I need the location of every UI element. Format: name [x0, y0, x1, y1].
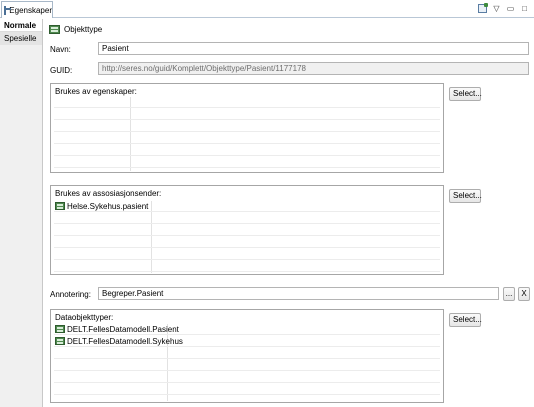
- annotation-browse-button[interactable]: ...: [503, 287, 515, 301]
- pin-icon[interactable]: [477, 3, 488, 14]
- guid-label: GUID:: [50, 66, 73, 75]
- element-type-label: Objekttype: [64, 25, 103, 34]
- data-object-types-list[interactable]: DELT.FellesDatamodell.Pasient DELT.Felle…: [54, 324, 440, 401]
- view-tab-bar: Egenskaper ▽ ▭ □: [0, 0, 534, 18]
- class-icon: [55, 337, 65, 345]
- data-object-types-title: Dataobjekttyper:: [55, 313, 114, 322]
- associations-select-button[interactable]: Select...: [449, 189, 482, 203]
- class-icon: [55, 202, 65, 210]
- data-object-type-item: DELT.FellesDatamodell.Pasient: [67, 324, 179, 334]
- name-label: Navn:: [50, 45, 71, 54]
- view-actions: ▽ ▭ □: [477, 3, 530, 14]
- tab-spesielle[interactable]: Spesielle: [0, 32, 42, 45]
- data-object-types-select-button[interactable]: Select...: [449, 313, 482, 327]
- view-menu-icon[interactable]: ▽: [491, 3, 502, 14]
- annotation-clear-button[interactable]: X: [518, 287, 530, 301]
- annotation-field[interactable]: Begreper.Pasient: [98, 287, 499, 300]
- name-field[interactable]: Pasient: [98, 42, 529, 55]
- used-by-associations-title: Brukes av assosiasjonsender:: [55, 189, 162, 198]
- data-object-types-group: Dataobjekttyper: DELT.FellesDatamodell.P…: [50, 309, 444, 403]
- used-by-properties-list[interactable]: [54, 97, 440, 171]
- minimize-icon[interactable]: ▭: [505, 3, 516, 14]
- annotation-label: Annotering:: [50, 290, 91, 299]
- list-item[interactable]: DELT.FellesDatamodell.Sykehus: [54, 336, 440, 347]
- view-tab-title: Egenskaper: [9, 5, 52, 15]
- used-by-properties-title: Brukes av egenskaper:: [55, 87, 137, 96]
- list-item[interactable]: DELT.FellesDatamodell.Pasient: [54, 324, 440, 335]
- class-icon: [55, 325, 65, 333]
- properties-view-tab[interactable]: Egenskaper: [1, 1, 53, 18]
- list-item[interactable]: Helse.Sykehus.pasient: [54, 201, 440, 212]
- side-tabs: Normale Spesielle: [0, 19, 43, 407]
- maximize-icon[interactable]: □: [519, 3, 530, 14]
- class-icon: [49, 25, 60, 34]
- element-header: Objekttype: [49, 25, 102, 34]
- guid-field[interactable]: http://seres.no/guid/Komplett/Objekttype…: [98, 62, 529, 75]
- tab-normale[interactable]: Normale: [0, 19, 42, 32]
- properties-icon: [4, 5, 13, 15]
- used-by-associations-list[interactable]: Helse.Sykehus.pasient: [54, 201, 440, 273]
- association-item: Helse.Sykehus.pasient: [67, 201, 149, 211]
- used-by-associations-group: Brukes av assosiasjonsender: Helse.Sykeh…: [50, 185, 444, 275]
- used-by-properties-group: Brukes av egenskaper:: [50, 83, 444, 173]
- data-object-type-item: DELT.FellesDatamodell.Sykehus: [67, 336, 183, 346]
- properties-select-button[interactable]: Select...: [449, 87, 482, 101]
